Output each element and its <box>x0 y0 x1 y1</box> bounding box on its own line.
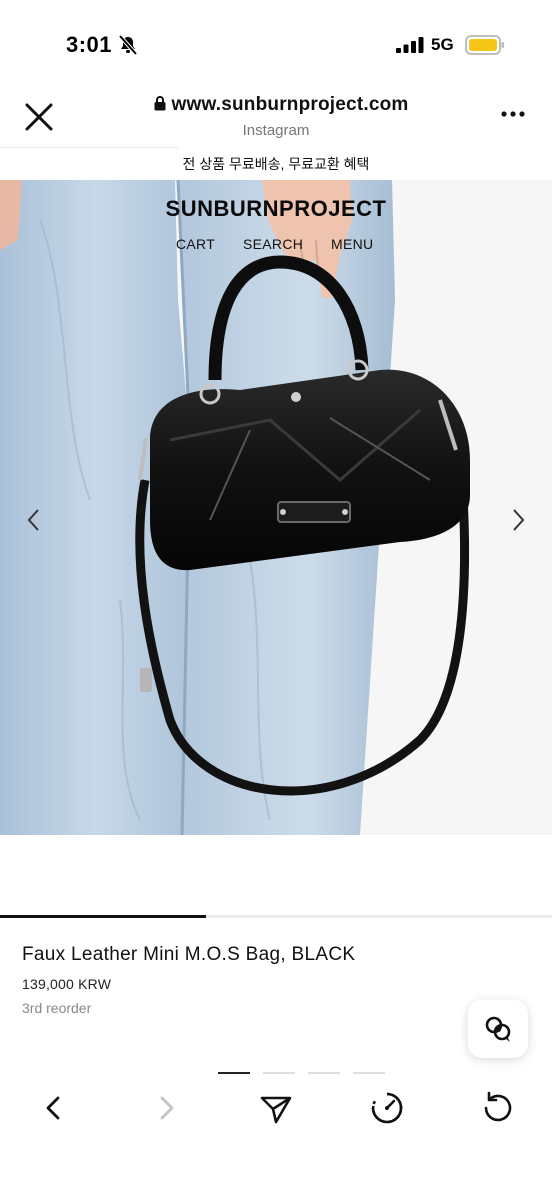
signal-icon <box>396 37 424 53</box>
reload-icon[interactable] <box>477 1090 517 1126</box>
url-text: www.sunburnproject.com <box>171 94 409 115</box>
lock-icon <box>154 96 165 111</box>
gallery-progress-fill <box>0 915 206 918</box>
battery-icon <box>465 35 504 55</box>
nav-menu[interactable]: MENU <box>331 236 373 252</box>
bell-slash-icon <box>118 34 138 56</box>
promo-banner[interactable]: 전 상품 무료배송, 무료교환 혜택 <box>0 148 552 180</box>
nav-search[interactable]: SEARCH <box>243 236 303 252</box>
nav-cart[interactable]: CART <box>176 236 215 252</box>
more-icon[interactable] <box>500 110 526 118</box>
site-logo[interactable]: SUNBURNPROJECT <box>0 196 552 222</box>
forward-icon[interactable] <box>146 1090 186 1126</box>
browser-header: www.sunburnproject.com Instagram <box>0 90 552 148</box>
url-bar[interactable]: www.sunburnproject.com <box>146 94 416 116</box>
site-nav: CART SEARCH MENU <box>0 236 552 258</box>
browser-toolbar <box>0 1076 552 1200</box>
gallery-progress <box>0 915 552 918</box>
network-type: 5G <box>431 35 454 54</box>
speed-icon[interactable] <box>367 1090 407 1126</box>
back-icon[interactable] <box>34 1090 74 1126</box>
product-photo <box>0 180 552 835</box>
product-image[interactable] <box>0 180 552 835</box>
chat-icon <box>485 1016 511 1042</box>
chevron-right-icon[interactable] <box>508 507 528 533</box>
product-title: Faux Leather Mini M.O.S Bag, BLACK <box>22 944 356 965</box>
url-subtitle: Instagram <box>242 122 310 139</box>
product-note: 3rd reorder <box>22 1000 92 1016</box>
product-price: 139,000 KRW <box>22 976 112 992</box>
status-time: 3:01 <box>66 32 113 57</box>
share-icon[interactable] <box>256 1090 296 1126</box>
image-bottom-space <box>0 835 552 915</box>
chat-button[interactable] <box>468 1000 528 1058</box>
chevron-left-icon[interactable] <box>24 507 44 533</box>
status-bar: 3:01 5G <box>0 0 552 90</box>
close-icon[interactable] <box>22 100 56 134</box>
